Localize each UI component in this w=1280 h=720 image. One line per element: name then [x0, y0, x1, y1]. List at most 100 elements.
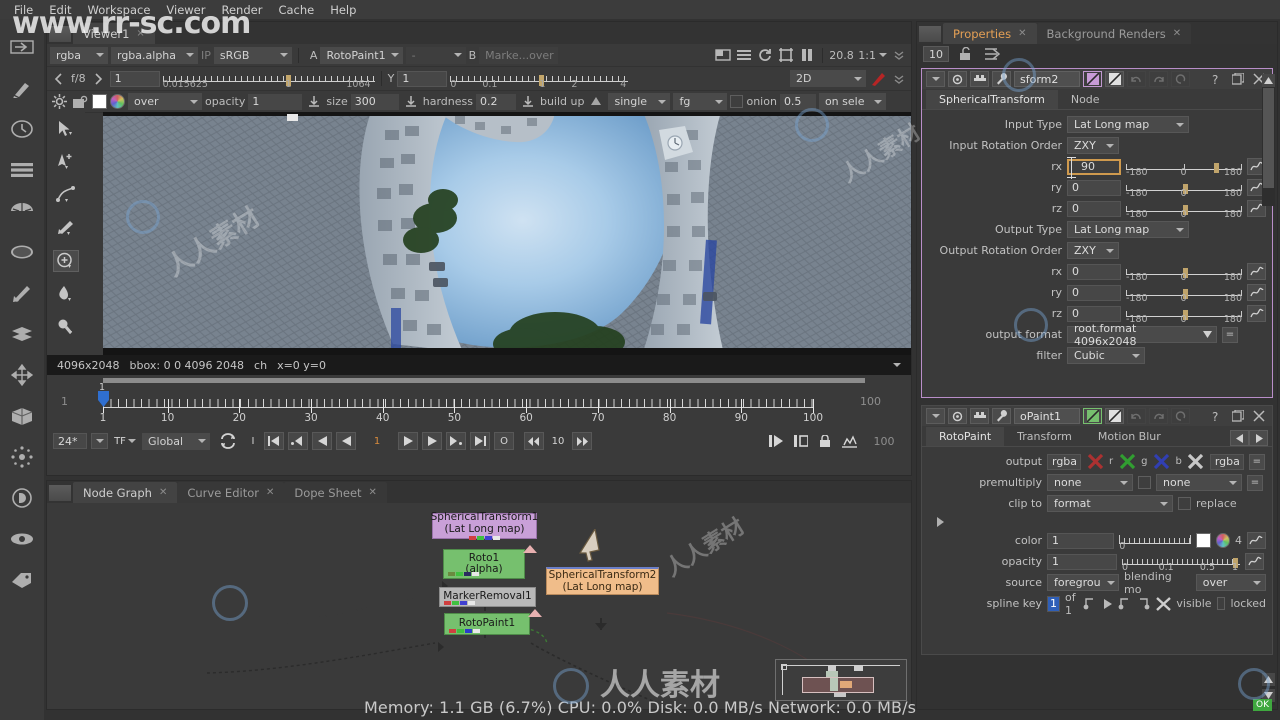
onion-skin-checkbox[interactable] [730, 95, 744, 108]
close-icon[interactable]: ✕ [266, 487, 274, 498]
clone-tool-icon[interactable] [53, 250, 79, 272]
toggle-a-icon[interactable] [1083, 71, 1102, 87]
prev-keyframe-button[interactable] [288, 432, 308, 450]
input-b-dropdown[interactable]: Marke...over [479, 46, 558, 64]
playback-range-button[interactable] [767, 432, 787, 450]
node-name-input[interactable]: sform2 [1014, 71, 1080, 87]
collapse-icon[interactable] [926, 71, 945, 87]
wrench-icon[interactable] [992, 71, 1011, 87]
color-picker-icon[interactable] [948, 71, 967, 87]
fps-input[interactable]: 24* [53, 433, 87, 449]
gamma-slider[interactable]: 0 0.1 1 2 4 [450, 71, 629, 90]
loop-mode-button[interactable] [214, 432, 242, 450]
menu-render[interactable]: Render [213, 1, 270, 19]
input-ry-field[interactable]: 0 [1067, 179, 1121, 196]
rp-color-count[interactable]: 4 [1235, 534, 1242, 547]
keyer-icon[interactable] [7, 281, 37, 305]
draw-icon[interactable] [7, 76, 37, 100]
output-ry-slider[interactable]: -180 0 180 [1126, 285, 1242, 304]
expand-chevrons-icon[interactable] [890, 47, 908, 63]
collapse-icon[interactable] [926, 408, 945, 424]
blur-tool-icon[interactable] [53, 283, 79, 305]
float-panel-icon[interactable] [1229, 71, 1247, 87]
output-rotation-order-dropdown[interactable]: ZXY [1067, 242, 1119, 259]
node-name-input[interactable]: oPaint1 [1014, 408, 1080, 424]
play-spline-icon[interactable] [1102, 596, 1113, 612]
fps-mode-button[interactable]: TF [112, 432, 138, 450]
panel-grip[interactable] [49, 26, 71, 42]
dodge-tool-icon[interactable] [53, 316, 79, 338]
rp-output-field2[interactable]: rgba [1209, 453, 1244, 470]
clipping-warning-icon[interactable] [777, 47, 795, 63]
wrench-icon[interactable] [992, 408, 1011, 424]
brush-tool-icon[interactable] [53, 217, 79, 239]
channel-r-toggle-icon[interactable] [1086, 454, 1104, 470]
next-keyframe-button[interactable] [446, 432, 466, 450]
close-icon[interactable]: ✕ [1173, 28, 1181, 39]
next-spline-key-icon[interactable] [1137, 596, 1151, 612]
output-ry-field[interactable]: 0 [1067, 284, 1121, 301]
node-sphericaltransform1[interactable]: SphericalTransform1 (Lat Long map) [431, 511, 538, 540]
current-frame-input[interactable]: 1 [360, 432, 394, 450]
play-forward-button[interactable] [398, 432, 418, 450]
gamma-input[interactable]: 1 [397, 70, 448, 87]
chevron-down-icon[interactable] [879, 53, 887, 57]
rp-opacity-slider[interactable]: 0 0.1 0.5 1 [1122, 554, 1240, 573]
tab-viewer1[interactable]: Viewer1 × [73, 23, 155, 44]
next-frame-button[interactable] [422, 432, 442, 450]
set-in-point-button[interactable]: I [246, 432, 260, 450]
select-tool-icon[interactable] [53, 118, 79, 140]
toggle-b-icon[interactable] [1105, 71, 1124, 87]
node-rotopaint1[interactable]: RotoPaint1 [444, 613, 530, 635]
tab-background-renders[interactable]: Background Renders ✕ [1036, 23, 1192, 44]
tab-node[interactable]: Node [1057, 90, 1113, 109]
animate-opacity-icon[interactable] [305, 94, 323, 110]
rp-visible-checkbox[interactable] [1216, 597, 1226, 610]
sync-dropdown[interactable]: Global [142, 432, 210, 450]
step-back-button[interactable] [524, 432, 544, 450]
expand-chevrons-icon[interactable] [890, 71, 908, 87]
tab-dope-sheet[interactable]: Dope Sheet ✕ [284, 482, 387, 503]
onion-opacity-input[interactable]: 0.5 [779, 93, 816, 110]
exposure-up-icon[interactable] [89, 71, 107, 87]
input-rz-field[interactable]: 0 [1067, 200, 1121, 217]
ip-label[interactable]: IP [201, 49, 211, 62]
rp-blending-dropdown[interactable]: over [1195, 574, 1266, 591]
animation-curve-icon[interactable] [1246, 532, 1266, 549]
views-icon[interactable] [7, 527, 37, 551]
help-icon[interactable]: ? [1208, 71, 1226, 87]
paint-hardness-input[interactable]: 0.2 [475, 93, 516, 110]
timeline-out-frame[interactable]: 100 [860, 395, 881, 408]
input-rx-slider[interactable]: -180 0 180 [1126, 159, 1242, 178]
paint-settings-gear-icon[interactable] [50, 94, 68, 110]
fps-dropdown[interactable] [91, 433, 108, 449]
paint-color-wheel-icon[interactable] [110, 94, 125, 109]
bezier-tool-icon[interactable] [53, 184, 79, 206]
output-rx-slider[interactable]: -180 0 180 [1126, 264, 1242, 283]
rp-color-slider[interactable]: 0 [1119, 533, 1192, 552]
tab-sphericaltransform[interactable]: SphericalTransform [926, 90, 1058, 109]
refresh-icon[interactable] [756, 47, 774, 63]
channel-icon[interactable] [7, 158, 37, 182]
rp-source-dropdown[interactable]: foregrou [1047, 574, 1119, 591]
paint-opacity-input[interactable]: 1 [248, 93, 303, 110]
input-rotation-order-dropdown[interactable]: ZXY [1067, 137, 1119, 154]
output-format-expression-button[interactable]: = [1222, 326, 1238, 343]
color-icon[interactable] [7, 199, 37, 223]
animate-hardness-icon[interactable] [519, 94, 537, 110]
tab-properties[interactable]: Properties ✕ [943, 23, 1037, 44]
output-rz-slider[interactable]: -180 0 180 [1126, 306, 1242, 325]
node-markerremoval1[interactable]: MarkerRemoval1 [439, 587, 536, 607]
time-icon[interactable] [7, 117, 37, 141]
rp-clip-to-dropdown[interactable]: format [1047, 495, 1173, 512]
node-roto1[interactable]: Roto1 (alpha) [443, 549, 525, 579]
gain-input[interactable]: 1 [109, 70, 160, 87]
rp-premultiply-dropdown2[interactable]: none [1156, 474, 1242, 491]
input-ry-slider[interactable]: -180 0 180 [1126, 180, 1242, 199]
input-rx-field[interactable]: 90 [1067, 156, 1121, 179]
rp-premultiply-dropdown[interactable]: none [1047, 474, 1133, 491]
range-end-input[interactable]: 100 [863, 433, 905, 449]
animation-curve-icon[interactable] [1247, 263, 1266, 280]
tabs-next-button[interactable] [1249, 430, 1268, 446]
cache-graph-icon[interactable] [839, 432, 859, 450]
